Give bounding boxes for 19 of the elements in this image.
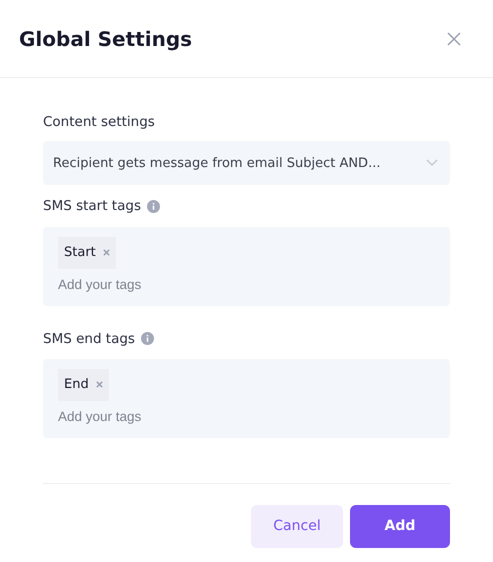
add-button[interactable]: Add [350, 504, 450, 548]
info-icon [146, 200, 160, 213]
field-label: Content settings [43, 113, 156, 132]
tag-input[interactable]: Add your tags [58, 406, 235, 427]
cancel-button[interactable]: Cancel [251, 504, 343, 548]
tag-chip: Start [58, 236, 116, 268]
tag-chip: End [58, 368, 109, 401]
info-icon [140, 332, 154, 346]
dialog-title: Global Settings [19, 26, 192, 52]
remove-icon[interactable] [96, 381, 103, 388]
tags-field[interactable]: End Add your tags [43, 358, 450, 438]
field-label: SMS start tags [43, 197, 141, 216]
tag-input[interactable]: Add your tags [58, 274, 235, 295]
close-icon[interactable] [447, 32, 461, 46]
tags-field[interactable]: Start Add your tags [43, 226, 450, 306]
remove-icon[interactable] [102, 249, 110, 256]
content-settings-select[interactable]: Recipient gets message from email Subject AND... [43, 141, 450, 186]
chevron-down-icon [426, 159, 438, 168]
field-label: SMS end tags [43, 330, 135, 348]
